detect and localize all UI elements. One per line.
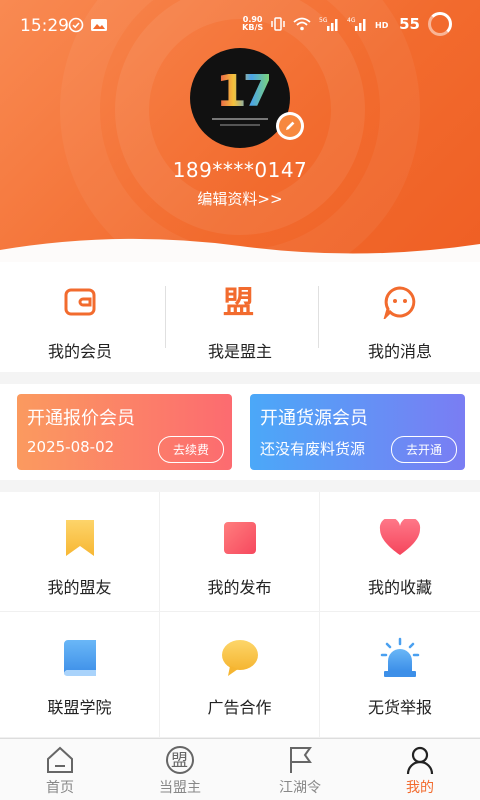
svg-text:HD: HD [375,21,389,30]
message-icon [382,284,418,320]
menu-label: 我是盟主 [207,342,272,361]
heart-icon [378,516,422,560]
grid-my-favorites[interactable]: 我的收藏 [320,492,480,612]
grid-my-allies[interactable]: 我的盟友 [0,492,160,612]
grid-label: 广告合作 [207,698,272,717]
svg-text:盟: 盟 [223,285,254,319]
grid-label: 我的发布 [207,578,272,597]
alliance-icon: 盟 [222,284,258,320]
flag-icon [285,745,315,775]
network-speed: 0.90 KB/S [242,16,263,32]
menu-my-membership[interactable]: 我的会员 [0,262,160,372]
edit-profile-link[interactable]: 编辑资料>> [0,188,480,209]
renew-button[interactable]: 去续费 [157,436,224,463]
svg-text:5G: 5G [319,17,328,24]
book-icon [58,636,102,680]
grid-alliance-academy[interactable]: 联盟学院 [0,612,160,738]
avatar[interactable]: 17 [190,48,290,148]
tab-home[interactable]: 首页 [0,739,120,800]
supply-membership-card[interactable]: 开通货源会员 还没有废料货源 去开通 [250,394,465,470]
pencil-icon [279,115,301,137]
battery-ring-icon [428,12,452,36]
battery-level: 55 [399,15,420,33]
menu-label: 我的消息 [367,342,432,361]
avatar-decor [220,124,260,126]
picture-icon [91,19,107,31]
menu-label: 我的会员 [47,342,112,361]
avatar-art: 17 [216,66,273,117]
tab-label: 当盟主 [159,780,201,796]
activate-button[interactable]: 去开通 [390,436,457,463]
signal-5g-icon: 5G [319,17,338,31]
tab-label: 首页 [46,780,74,796]
bottom-nav: 首页 盟 当盟主 江湖令 我的 [0,738,480,800]
home-icon [45,745,75,775]
quote-membership-card[interactable]: 开通报价会员 2025-08-02 去续费 [17,394,232,470]
card-title: 开通货源会员 [260,408,368,429]
divider [165,286,166,348]
grid-label: 无货举报 [367,698,432,717]
status-bar: 15:29 0.90 KB/S 5G 4G HD 55 [0,0,480,52]
tab-mine[interactable]: 我的 [360,739,480,800]
quick-menu: 我的会员 盟 我是盟主 我的消息 [0,262,480,372]
square-icon [218,516,262,560]
wallet-icon [62,284,98,320]
check-circle-icon [68,17,84,33]
card-title: 开通报价会员 [27,408,135,429]
signal-4g-icon: 4G [347,17,366,31]
feature-grid: 我的盟友 我的发布 我的收藏 联盟学院 广告合作 无货举报 [0,492,480,738]
svg-text:4G: 4G [347,17,356,24]
grid-my-posts[interactable]: 我的发布 [160,492,320,612]
svg-text:盟: 盟 [171,751,188,771]
tab-be-leader[interactable]: 盟 当盟主 [120,739,240,800]
membership-cards: 开通报价会员 2025-08-02 去续费 开通货源会员 还没有废料货源 去开通 [0,384,480,480]
tab-label: 江湖令 [279,780,321,796]
alliance-circle-icon: 盟 [165,745,195,775]
hd-icon: HD [375,21,389,30]
grid-label: 我的盟友 [47,578,112,597]
grid-report-no-stock[interactable]: 无货举报 [320,612,480,738]
menu-my-messages[interactable]: 我的消息 [320,262,480,372]
divider [318,286,319,348]
status-time: 15:29 [20,16,69,36]
alarm-light-icon [378,636,422,680]
card-subtitle: 还没有废料货源 [260,440,366,458]
grid-ad-cooperation[interactable]: 广告合作 [160,612,320,738]
grid-label: 我的收藏 [367,578,432,597]
grid-label: 联盟学院 [47,698,112,717]
avatar-decor [212,118,268,120]
network-speed-unit: KB/S [242,23,264,32]
chat-bubble-icon [218,636,262,680]
header-wave [0,238,480,262]
status-right-icons: 0.90 KB/S 5G 4G HD 55 [242,12,452,36]
menu-alliance-leader[interactable]: 盟 我是盟主 [160,262,320,372]
tab-label: 我的 [406,780,434,796]
bookmark-icon [58,516,102,560]
edit-avatar-button[interactable] [276,112,304,140]
vibrate-icon [271,17,285,31]
tab-jianghu[interactable]: 江湖令 [240,739,360,800]
card-expiry-date: 2025-08-02 [27,438,115,456]
user-phone: 189****0147 [172,158,308,182]
status-left-icons [68,17,108,33]
person-icon [405,745,435,775]
profile-header: 15:29 0.90 KB/S 5G 4G HD 55 17 189****01… [0,0,480,262]
wifi-icon [293,17,311,31]
